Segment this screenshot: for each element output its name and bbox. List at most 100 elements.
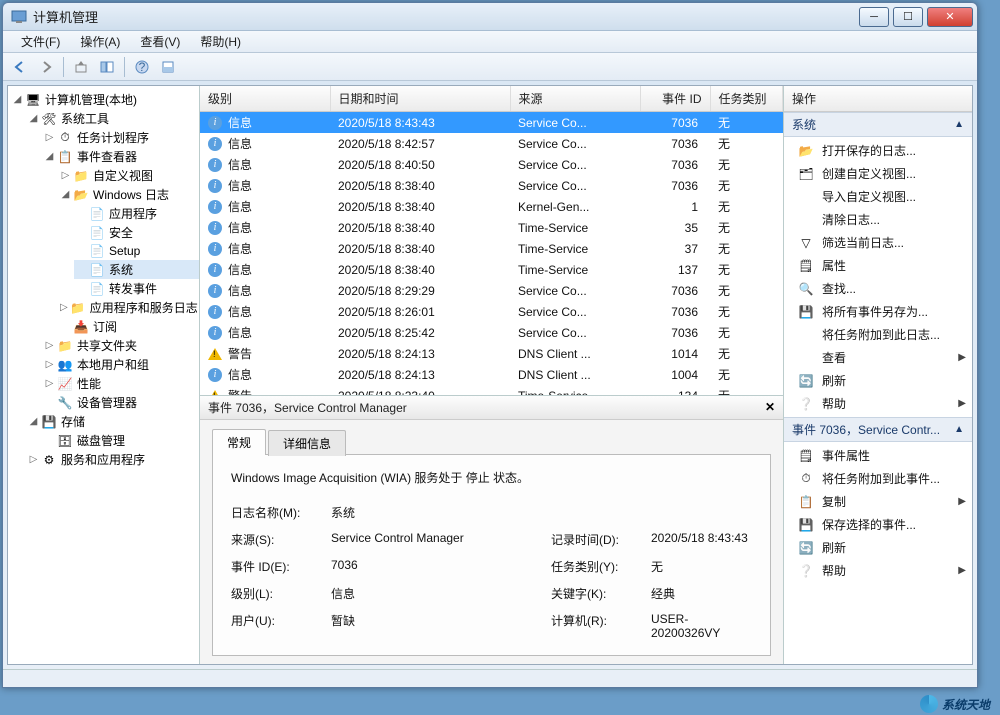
- maximize-button[interactable]: ☐: [893, 7, 923, 27]
- table-row[interactable]: i信息2020/5/18 8:38:40Kernel-Gen...1无: [200, 196, 783, 217]
- tree-security-log[interactable]: 📄安全: [74, 223, 199, 242]
- col-source[interactable]: 来源: [510, 86, 640, 112]
- col-datetime[interactable]: 日期和时间: [330, 86, 510, 112]
- tree-root[interactable]: ◢🖥计算机管理(本地): [10, 90, 199, 109]
- table-row[interactable]: 警告2020/5/18 8:23:40Time-Service134无: [200, 385, 783, 396]
- action-import-view[interactable]: 导入自定义视图...: [784, 185, 972, 208]
- table-row[interactable]: i信息2020/5/18 8:43:43Service Co...7036无: [200, 112, 783, 134]
- table-row[interactable]: i信息2020/5/18 8:38:40Time-Service37无: [200, 238, 783, 259]
- table-row[interactable]: i信息2020/5/18 8:40:50Service Co...7036无: [200, 154, 783, 175]
- cell-datetime: 2020/5/18 8:23:40: [330, 385, 510, 396]
- actions-section-system[interactable]: 系统▲: [784, 112, 972, 137]
- tree-disk-management[interactable]: 🗄磁盘管理: [42, 431, 199, 450]
- back-button[interactable]: [9, 56, 31, 78]
- cell-category: 无: [710, 196, 783, 217]
- menu-help[interactable]: 帮助(H): [190, 31, 251, 52]
- detail-close-button[interactable]: ✕: [765, 400, 775, 414]
- tree-device-manager[interactable]: 🔧设备管理器: [42, 393, 199, 412]
- detail-panel: 事件 7036，Service Control Manager ✕ 常规 详细信…: [200, 396, 783, 664]
- help-button[interactable]: ?: [131, 56, 153, 78]
- watermark: 系统天地: [920, 695, 990, 713]
- action-save-all[interactable]: 💾将所有事件另存为...: [784, 300, 972, 323]
- chevron-up-icon: ▲: [954, 119, 964, 130]
- tab-general[interactable]: 常规: [212, 429, 266, 455]
- tree-performance[interactable]: ▷📈性能: [42, 374, 199, 393]
- action-copy[interactable]: 📋复制▶: [784, 490, 972, 513]
- perf-icon: 📈: [57, 376, 73, 392]
- table-row[interactable]: i信息2020/5/18 8:26:01Service Co...7036无: [200, 301, 783, 322]
- table-row[interactable]: i信息2020/5/18 8:25:42Service Co...7036无: [200, 322, 783, 343]
- tree-panel[interactable]: ◢🖥计算机管理(本地) ◢🛠系统工具 ▷⏱任务计划程序 ◢📋事件查看器 ▷📁自定…: [8, 86, 200, 664]
- col-eventid[interactable]: 事件 ID: [640, 86, 710, 112]
- close-button[interactable]: ✕: [927, 7, 973, 27]
- action-help-2[interactable]: ❔帮助▶: [784, 559, 972, 582]
- action-event-properties[interactable]: 🗒事件属性: [784, 444, 972, 467]
- tree-system-tools[interactable]: ◢🛠系统工具: [26, 109, 199, 128]
- action-create-custom-view[interactable]: 🗂创建自定义视图...: [784, 162, 972, 185]
- col-category[interactable]: 任务类别: [710, 86, 783, 112]
- action-properties[interactable]: 🗒属性: [784, 254, 972, 277]
- log-icon: 📄: [89, 206, 105, 222]
- table-row[interactable]: i信息2020/5/18 8:42:57Service Co...7036无: [200, 133, 783, 154]
- forward-button[interactable]: [35, 56, 57, 78]
- table-row[interactable]: 警告2020/5/18 8:24:13DNS Client ...1014无: [200, 343, 783, 364]
- action-attach-task-log[interactable]: 将任务附加到此日志...: [784, 323, 972, 346]
- table-row[interactable]: i信息2020/5/18 8:29:29Service Co...7036无: [200, 280, 783, 301]
- tree-storage[interactable]: ◢💾存储: [26, 412, 199, 431]
- action-help[interactable]: ❔帮助▶: [784, 392, 972, 415]
- cell-level: 信息: [228, 156, 252, 173]
- tree-application-log[interactable]: 📄应用程序: [74, 204, 199, 223]
- value-computer: USER-20200326VY: [651, 612, 752, 640]
- tree-forwarded-log[interactable]: 📄转发事件: [74, 279, 199, 298]
- cell-eventid: 134: [640, 385, 710, 396]
- action-refresh[interactable]: 🔄刷新: [784, 369, 972, 392]
- status-bar: [3, 669, 977, 687]
- event-table[interactable]: 级别 日期和时间 来源 事件 ID 任务类别 i信息2020/5/18 8:43…: [200, 86, 783, 396]
- menu-view[interactable]: 查看(V): [130, 31, 190, 52]
- tree-system-log[interactable]: 📄系统: [74, 260, 199, 279]
- tree-setup-log[interactable]: 📄Setup: [74, 242, 199, 260]
- preview-button[interactable]: [157, 56, 179, 78]
- cell-category: 无: [710, 385, 783, 396]
- action-open-saved-log[interactable]: 📂打开保存的日志...: [784, 139, 972, 162]
- cell-category: 无: [710, 217, 783, 238]
- window-title: 计算机管理: [33, 7, 855, 26]
- refresh-icon: 🔄: [798, 373, 814, 389]
- tree-event-viewer[interactable]: ◢📋事件查看器: [42, 147, 199, 166]
- tree-shared-folders[interactable]: ▷📁共享文件夹: [42, 336, 199, 355]
- table-row[interactable]: i信息2020/5/18 8:24:13DNS Client ...1004无: [200, 364, 783, 385]
- tree-subscriptions[interactable]: 📥订阅: [58, 317, 199, 336]
- action-refresh-2[interactable]: 🔄刷新: [784, 536, 972, 559]
- tree-task-scheduler[interactable]: ▷⏱任务计划程序: [42, 128, 199, 147]
- action-view[interactable]: 查看▶: [784, 346, 972, 369]
- tree-local-users[interactable]: ▷👥本地用户和组: [42, 355, 199, 374]
- detail-body: Windows Image Acquisition (WIA) 服务处于 停止 …: [212, 454, 771, 656]
- action-filter-log[interactable]: ▽筛选当前日志...: [784, 231, 972, 254]
- save-icon: 💾: [798, 304, 814, 320]
- table-row[interactable]: i信息2020/5/18 8:38:40Time-Service137无: [200, 259, 783, 280]
- menu-action[interactable]: 操作(A): [70, 31, 130, 52]
- table-row[interactable]: i信息2020/5/18 8:38:40Time-Service35无: [200, 217, 783, 238]
- up-button[interactable]: [70, 56, 92, 78]
- action-clear-log[interactable]: 清除日志...: [784, 208, 972, 231]
- cell-category: 无: [710, 343, 783, 364]
- action-save-selected[interactable]: 💾保存选择的事件...: [784, 513, 972, 536]
- tree-windows-logs[interactable]: ◢📂Windows 日志: [58, 185, 199, 204]
- actions-section-event[interactable]: 事件 7036，Service Contr...▲: [784, 417, 972, 442]
- action-find[interactable]: 🔍查找...: [784, 277, 972, 300]
- action-attach-task-event[interactable]: ⏱将任务附加到此事件...: [784, 467, 972, 490]
- tab-details[interactable]: 详细信息: [268, 430, 346, 456]
- col-level[interactable]: 级别: [200, 86, 330, 112]
- tree-app-service-logs[interactable]: ▷📁应用程序和服务日志: [58, 298, 199, 317]
- cell-source: Service Co...: [510, 322, 640, 343]
- table-row[interactable]: i信息2020/5/18 8:38:40Service Co...7036无: [200, 175, 783, 196]
- tree-services-apps[interactable]: ▷⚙服务和应用程序: [26, 450, 199, 469]
- menu-file[interactable]: 文件(F): [11, 31, 70, 52]
- collapse-icon[interactable]: ◢: [12, 94, 23, 105]
- cell-category: 无: [710, 133, 783, 154]
- show-hide-tree-button[interactable]: [96, 56, 118, 78]
- minimize-button[interactable]: ─: [859, 7, 889, 27]
- tree-custom-views[interactable]: ▷📁自定义视图: [58, 166, 199, 185]
- disk-icon: 🗄: [57, 433, 73, 449]
- info-icon: i: [208, 137, 222, 151]
